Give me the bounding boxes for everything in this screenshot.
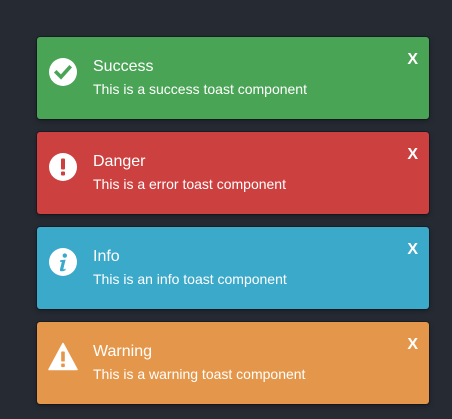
toast-warning: Warning This is a warning toast componen… xyxy=(37,322,429,404)
toast-success: Success This is a success toast componen… xyxy=(37,37,429,119)
toast-info: Info This is an info toast component X xyxy=(37,227,429,309)
info-circle-icon xyxy=(49,248,77,276)
toast-title: Danger xyxy=(93,153,146,170)
close-button[interactable]: X xyxy=(407,337,418,353)
warning-triangle-icon xyxy=(48,342,78,371)
toast-title: Info xyxy=(93,248,120,265)
toast-message: This is a warning toast component xyxy=(93,366,306,382)
close-button[interactable]: X xyxy=(407,242,418,258)
toast-title: Success xyxy=(93,58,154,75)
toast-message: This is an info toast component xyxy=(93,271,287,287)
toast-title: Warning xyxy=(93,343,152,360)
toast-message: This is a success toast component xyxy=(93,81,307,97)
exclamation-circle-icon xyxy=(49,153,77,181)
toast-message: This is a error toast component xyxy=(93,176,286,192)
check-circle-icon xyxy=(49,58,77,86)
close-button[interactable]: X xyxy=(407,147,418,163)
close-button[interactable]: X xyxy=(407,52,418,68)
toast-danger: Danger This is a error toast component X xyxy=(37,132,429,214)
